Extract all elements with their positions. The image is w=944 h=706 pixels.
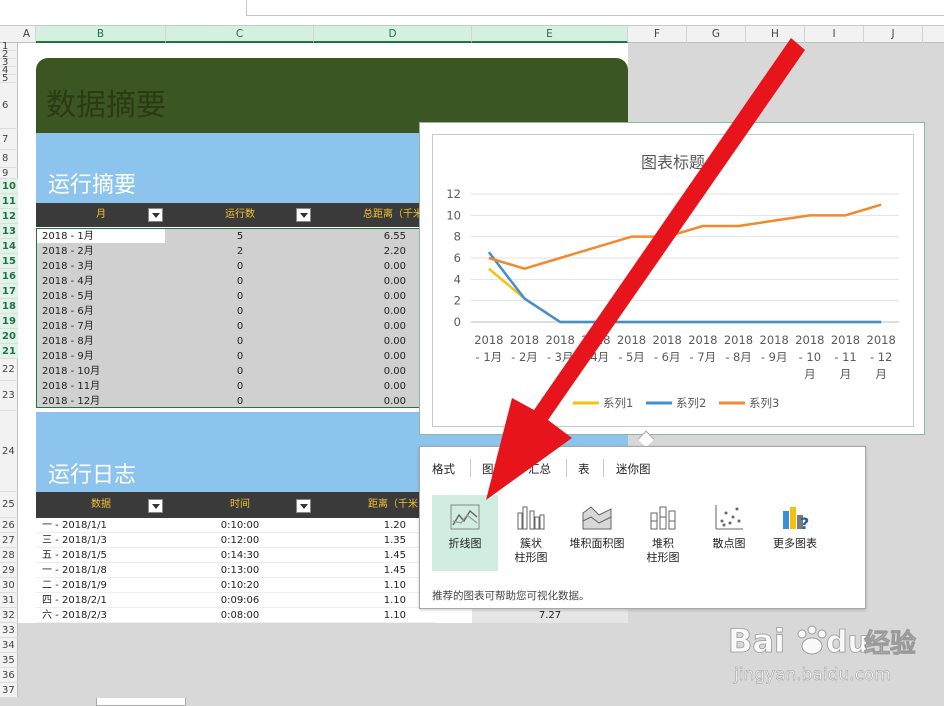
watermark-url: jingyan.baidu.com xyxy=(733,665,891,685)
annotation-arrow xyxy=(486,38,805,500)
watermark-brand: Bai xyxy=(728,622,785,660)
watermark-brand2: du xyxy=(826,625,869,660)
baidu-paw-icon xyxy=(797,625,827,655)
red-arrow-icon xyxy=(486,38,805,500)
baidu-watermark: Bai du 经验 jingyan.baidu.com xyxy=(728,622,916,686)
watermark-site-cn: 经验 xyxy=(864,628,916,659)
